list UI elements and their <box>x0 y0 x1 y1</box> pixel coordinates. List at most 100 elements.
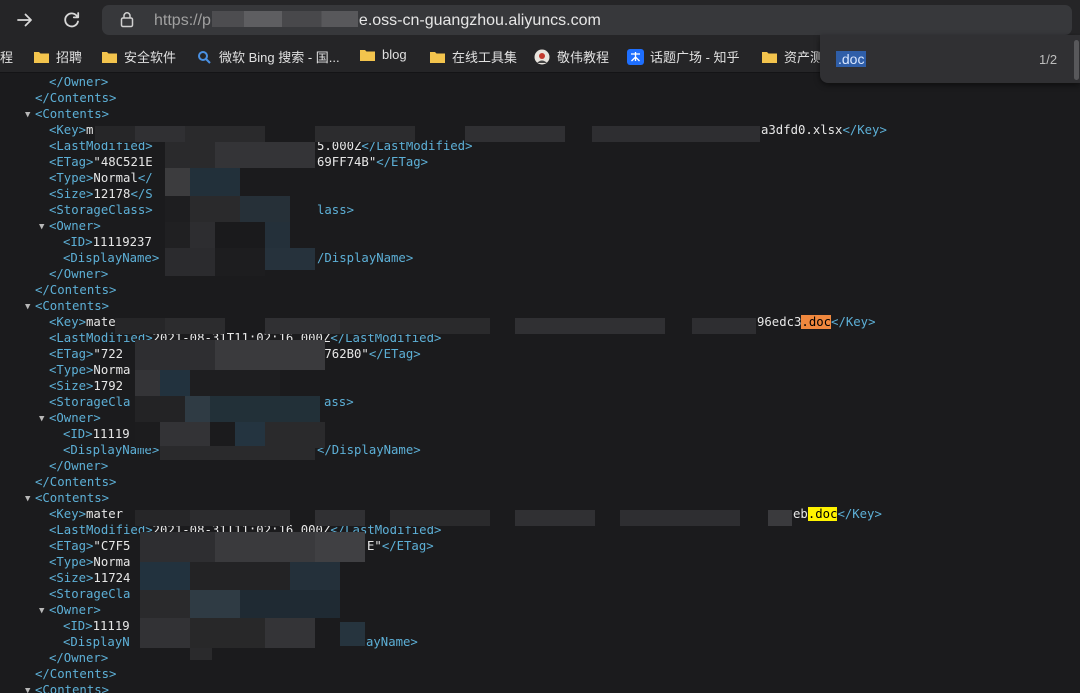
collapse-arrow-icon[interactable]: ▼ <box>25 491 35 507</box>
bookmark-item[interactable]: 敬伟教程 <box>533 47 609 66</box>
bookmark-item[interactable]: 在线工具集 <box>429 47 517 66</box>
value-text: 11724 <box>93 571 131 585</box>
code-line: <Contents> <box>35 682 109 693</box>
value-text: Normal <box>93 171 138 185</box>
xml-tag: <ID> <box>63 235 93 249</box>
reload-button[interactable] <box>58 6 86 34</box>
find-match-count: 1/2 <box>1039 52 1058 67</box>
code-line: <Owner> <box>49 410 101 426</box>
code-line: </DisplayName> <box>317 442 421 458</box>
xml-tag: <Owner> <box>49 411 101 425</box>
bookmark-label: 招聘 <box>56 50 83 65</box>
value-text: 11119 <box>92 427 130 441</box>
arrow-right-icon <box>17 13 32 27</box>
search-match: .doc <box>807 507 838 521</box>
folder-icon <box>429 50 446 64</box>
xml-tag: </ETag> <box>376 155 429 169</box>
code-line: <ID>11119 <box>63 426 130 442</box>
xml-tag: <Contents> <box>35 299 110 313</box>
code-line: <Contents> <box>35 106 109 122</box>
value-text: 1792 <box>93 379 124 393</box>
value-text: 12178 <box>93 187 131 201</box>
value-text: 11119237 <box>92 235 152 249</box>
collapse-arrow-icon[interactable]: ▼ <box>25 299 35 315</box>
find-bar: .doc 1/2 <box>820 35 1080 83</box>
bookmark-item[interactable]: 话题广场 - 知乎 <box>627 47 740 66</box>
code-line: </Owner> <box>49 650 108 666</box>
value-text: E" <box>367 539 382 553</box>
xml-tag: <Key> <box>49 123 87 137</box>
xml-tag: ayName> <box>366 635 418 649</box>
search-match-current: .doc <box>801 315 832 329</box>
bookmark-label: 敬伟教程 <box>557 50 610 65</box>
code-line: 96edc3.doc</Key> <box>757 314 875 330</box>
xml-tag: <Key> <box>49 315 87 329</box>
address-bar[interactable]: https://p e.oss-cn-guangzhou.aliyuncs.com <box>102 5 1072 35</box>
code-line: 69FF74B"</ETag> <box>317 154 428 170</box>
code-line: <DisplayN <box>63 634 130 650</box>
value-text: 11119 <box>92 619 130 633</box>
xml-tag: <DisplayName> <box>63 251 160 265</box>
value-text: "C7F5 <box>93 539 131 553</box>
value-text: 69FF74B" <box>317 155 377 169</box>
bookmark-item[interactable]: blog <box>359 47 407 62</box>
find-input[interactable]: .doc <box>836 51 867 67</box>
xml-tag: </Contents> <box>35 91 117 105</box>
folder-icon <box>101 50 118 64</box>
bookmark-item[interactable]: 微软 Bing 搜索 - 国... <box>197 47 340 66</box>
xml-tag: ass> <box>324 395 354 409</box>
bookmark-item[interactable]: 招聘 <box>33 47 82 66</box>
bookmark-label: 微软 Bing 搜索 - 国... <box>219 50 340 65</box>
collapse-arrow-icon[interactable]: ▼ <box>39 219 49 235</box>
code-line: <Type>Normal</ <box>49 170 153 186</box>
collapse-arrow-icon[interactable]: ▼ <box>25 107 35 123</box>
code-line: ayName> <box>366 634 418 650</box>
code-line: <Key>mate <box>49 314 116 330</box>
bookmark-item[interactable]: 程 <box>0 47 13 66</box>
xml-tag: <Size> <box>49 379 94 393</box>
forward-button[interactable] <box>11 6 39 34</box>
xml-tag: <Owner> <box>49 219 101 233</box>
code-line: 7762B0"</ETag> <box>317 346 421 362</box>
code-line: <Key>mater <box>49 506 123 522</box>
xml-tag: </ETag> <box>368 347 421 361</box>
code-line: <StorageCla <box>49 586 130 602</box>
browser-toolbar: https://p e.oss-cn-guangzhou.aliyuncs.com <box>0 0 1080 40</box>
xml-tag: </DisplayName> <box>317 443 421 457</box>
code-line: </Owner> <box>49 266 108 282</box>
lock-icon <box>120 12 134 28</box>
bookmark-item[interactable]: 安全软件 <box>101 47 176 66</box>
xml-tag: <Contents> <box>35 683 110 693</box>
code-line: </Contents> <box>35 282 116 298</box>
code-line: </Owner> <box>49 74 108 90</box>
reload-icon <box>64 12 80 28</box>
code-line: E"</ETag> <box>367 538 434 554</box>
xml-tag: </Contents> <box>35 475 117 489</box>
code-line: <Contents> <box>35 298 109 314</box>
xml-tag: <ID> <box>63 619 93 633</box>
collapse-arrow-icon[interactable]: ▼ <box>39 603 49 619</box>
xml-tag: </Key> <box>831 315 876 329</box>
bookmark-item[interactable]: 资产测 <box>761 47 823 66</box>
code-line: <Owner> <box>49 218 101 234</box>
collapse-arrow-icon[interactable]: ▼ <box>39 411 49 427</box>
xml-tag: <Contents> <box>35 107 110 121</box>
xml-tag: </Contents> <box>35 283 117 297</box>
scrollbar[interactable] <box>1074 40 1079 80</box>
xml-tag: </Owner> <box>49 267 109 281</box>
xml-tag: <ID> <box>63 427 93 441</box>
code-line: a3dfd0.xlsx</Key> <box>761 122 887 138</box>
collapse-arrow-icon[interactable]: ▼ <box>25 683 35 693</box>
xml-tag: /DisplayName> <box>317 251 414 265</box>
code-line: <StorageClass> <box>49 202 153 218</box>
value-text: "722 <box>93 347 124 361</box>
code-line: <Size>1792 <box>49 378 123 394</box>
xml-tag: </Owner> <box>49 459 109 473</box>
code-line: </Owner> <box>49 458 108 474</box>
bookmark-label: 安全软件 <box>124 50 177 65</box>
code-line: <ID>11119237 <box>63 234 152 250</box>
xml-tag: <ETag> <box>49 539 94 553</box>
xml-tag: </Key> <box>842 123 887 137</box>
key-text: eb <box>793 507 808 521</box>
code-line: ass> <box>324 394 354 410</box>
